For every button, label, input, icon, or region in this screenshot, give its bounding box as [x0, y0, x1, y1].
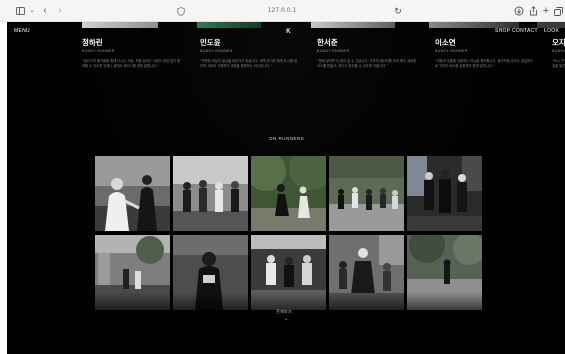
gallery-photo[interactable] — [173, 156, 248, 231]
runner-name: 정하린 — [82, 38, 103, 47]
runner-card[interactable]: 정하린 BUDDY RUNNER “달리기의 즐거움을 함께 나누는 사람. 처… — [82, 38, 182, 69]
runner-card[interactable]: 민도윤 BUDDY RUNNER “꾸준한 러닝이 일상을 바꾼다고 믿습니다.… — [200, 38, 300, 69]
chevron-down-icon[interactable]: ⌄ — [28, 5, 36, 17]
chevron-down-icon[interactable]: ⌄ — [284, 316, 288, 322]
gallery-photo[interactable] — [251, 156, 326, 231]
plus-icon[interactable]: + — [541, 5, 551, 17]
gallery-photo[interactable] — [329, 156, 404, 231]
brand-logo[interactable]: κ — [286, 25, 291, 35]
gallery-photo[interactable] — [407, 156, 482, 231]
runner-photo — [197, 22, 261, 28]
gallery-title: ON RUNNERS — [269, 136, 305, 141]
runner-name: 이소연 — [435, 38, 456, 47]
runner-role: BUDDY RUNNER — [435, 49, 468, 53]
runner-card[interactable]: 이소연 BUDDY RUNNER “리듬과 호흡에 집중하는 러닝을 좋아합니다… — [435, 38, 535, 69]
browser-toolbar: ⌄ ‹ › 127.0.0.1 ↻ + — [0, 0, 565, 22]
runner-card[interactable]: 오지 BUDDY RUNNER “도시 곳곳을 달리며 새로운 길을 발견합니다… — [552, 38, 565, 69]
runner-photo — [82, 22, 158, 28]
runner-role: BUDDY RUNNER — [200, 49, 233, 53]
photo-gallery — [95, 156, 485, 311]
runner-description: “도시 곳곳을 달리며 새로운 길을 발견합니다.” — [552, 59, 565, 68]
page: MENU κ SHOP CONTACT LOOK 정하린 BUDDY RUNNE… — [7, 22, 565, 354]
runner-role: BUDDY RUNNER — [82, 49, 115, 53]
privacy-icon[interactable] — [176, 5, 186, 17]
runner-description: “달리기의 즐거움을 함께 나누는 사람. 처음 달리는 사람도 부담 없이 함… — [82, 59, 181, 68]
forward-icon[interactable]: › — [55, 5, 65, 17]
gallery-photo[interactable] — [95, 156, 170, 231]
runner-name: 민도윤 — [200, 38, 221, 47]
tabs-icon[interactable] — [553, 5, 563, 17]
back-icon[interactable]: ‹ — [40, 5, 50, 17]
download-icon[interactable] — [514, 5, 524, 17]
runner-description: “함께 달리면 더 멀리 갈 수 있습니다. 크루의 에너지를 모아 매주 새로… — [317, 59, 417, 68]
runner-role: BUDDY RUNNER — [317, 49, 350, 53]
nav-shop[interactable]: SHOP — [495, 28, 510, 34]
address-bar[interactable]: 127.0.0.1 — [232, 5, 332, 17]
view-all-link[interactable]: 전체보기 — [276, 309, 292, 315]
runner-card[interactable]: 한서준 BUDDY RUNNER “함께 달리면 더 멀리 갈 수 있습니다. … — [317, 38, 417, 69]
sidebar-icon[interactable] — [14, 5, 26, 17]
nav-contact[interactable]: CONTACT — [512, 28, 538, 34]
runner-description: “리듬과 호흡에 집중하는 러닝을 좋아합니다. 음악처럼 흐르는 발걸음으로 … — [435, 59, 534, 68]
runner-description: “꾸준한 러닝이 일상을 바꾼다고 믿습니다. 새벽 공기와 함께 도시를 달리… — [200, 59, 298, 68]
menu-button[interactable]: MENU — [14, 28, 30, 34]
runner-name: 한서준 — [317, 38, 338, 47]
nav-look[interactable]: LOOK — [544, 28, 559, 34]
runner-name: 오지 — [552, 38, 565, 47]
runner-photo — [311, 22, 395, 28]
reload-icon[interactable]: ↻ — [393, 5, 403, 17]
runner-role: BUDDY RUNNER — [552, 49, 565, 53]
share-icon[interactable] — [528, 5, 538, 17]
